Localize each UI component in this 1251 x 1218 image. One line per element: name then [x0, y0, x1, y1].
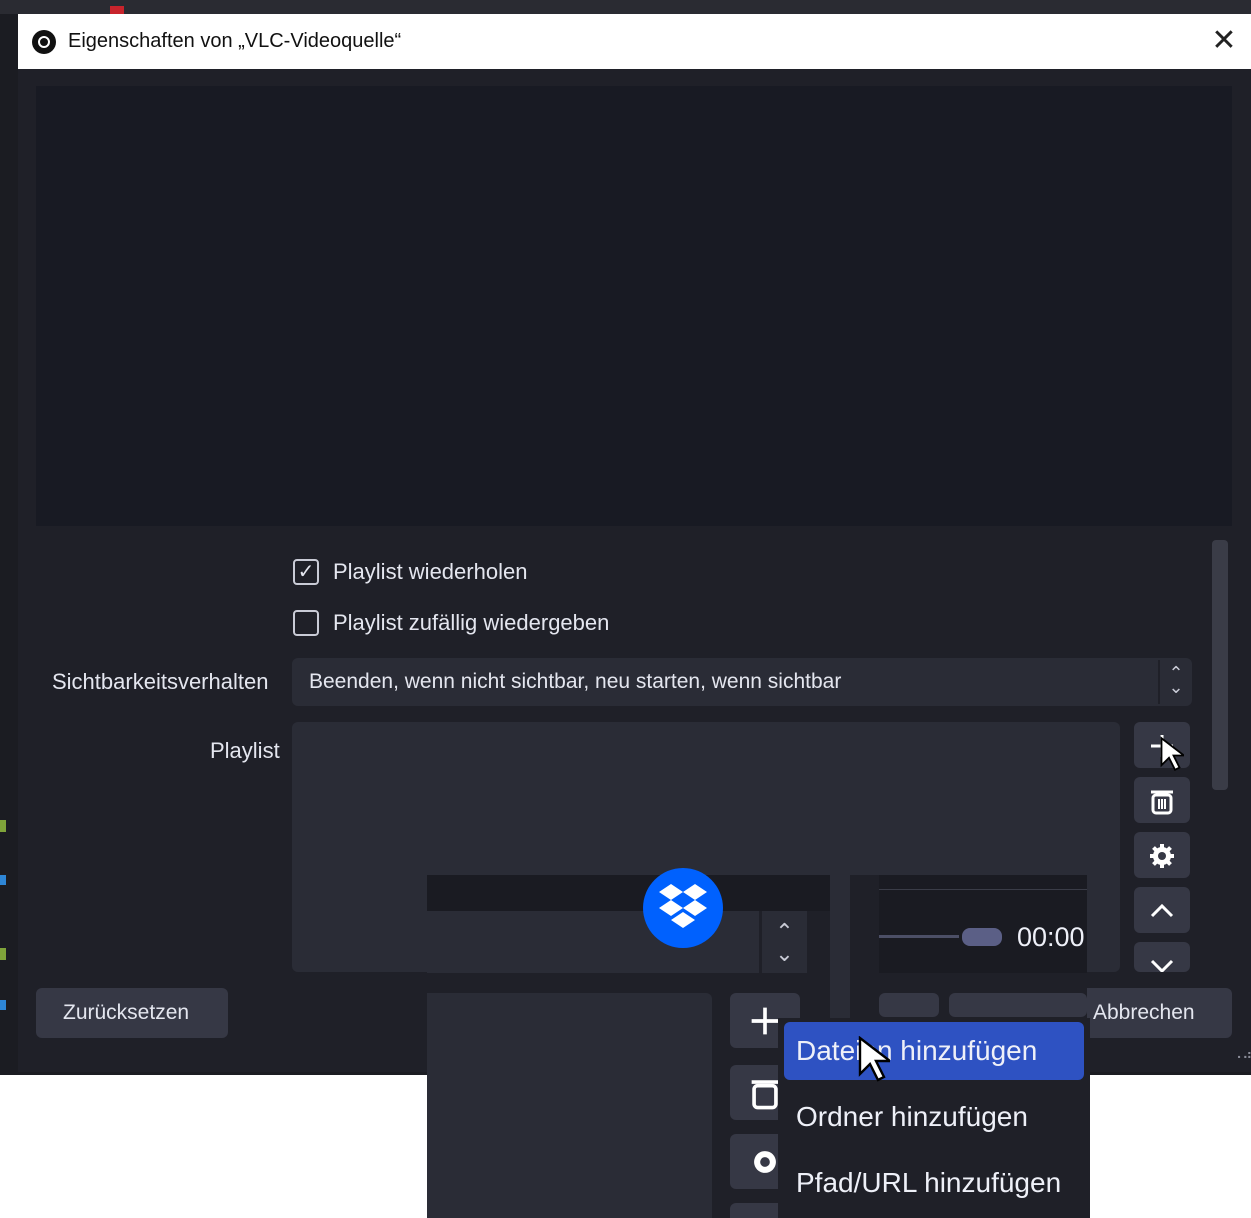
loop-checkbox[interactable]: ✓: [293, 559, 319, 585]
background-toolbar: [0, 0, 1251, 14]
video-preview: [36, 86, 1232, 526]
checkmark-icon: ✓: [297, 561, 315, 583]
obs-logo-icon: [32, 30, 56, 54]
gear-icon: [754, 1151, 776, 1173]
properties-button[interactable]: [1134, 832, 1190, 878]
inset-footer-button[interactable]: [949, 993, 1087, 1017]
trash-icon: [1151, 790, 1173, 815]
trash-icon: [751, 1080, 779, 1110]
resize-grip-icon[interactable]: ⠠⠴: [1232, 1046, 1251, 1063]
shuffle-checkbox[interactable]: [293, 610, 319, 636]
loop-label: Playlist wiederholen: [333, 559, 528, 584]
cancel-label: Abbrechen: [1093, 1001, 1195, 1024]
close-button[interactable]: ✕: [1206, 26, 1242, 58]
visibility-label: Sichtbarkeitsverhalten: [52, 669, 269, 694]
dialog-title: Eigenschaften von „VLC-Videoquelle“: [68, 30, 402, 52]
mouse-cursor-icon: [1160, 736, 1184, 771]
remove-button[interactable]: [1134, 777, 1190, 823]
visibility-select[interactable]: Beenden, wenn nicht sichtbar, neu starte…: [292, 658, 1192, 706]
inset-slider-handle[interactable]: [962, 928, 1002, 946]
playlist-label: Playlist: [210, 738, 280, 763]
inset-footer-button[interactable]: [879, 993, 939, 1017]
inset-panel: [427, 875, 832, 911]
background-marker: [0, 1000, 6, 1010]
chevron-up-icon: [1150, 903, 1174, 918]
menu-item-add-files[interactable]: Dateien hinzufügen: [784, 1022, 1084, 1080]
mouse-cursor-icon: [858, 1036, 890, 1082]
select-updown-icon: ⌃ ⌄: [1168, 663, 1184, 697]
menu-item-add-folder[interactable]: Ordner hinzufügen: [784, 1088, 1084, 1146]
background-marker: [0, 820, 6, 832]
menu-item-add-path-url[interactable]: Pfad/URL hinzufügen: [784, 1154, 1084, 1212]
move-up-button[interactable]: [1134, 887, 1190, 933]
properties-scrollbar[interactable]: [1212, 540, 1228, 790]
visibility-value: Beenden, wenn nicht sichtbar, neu starte…: [309, 670, 842, 693]
plus-icon: [751, 1007, 779, 1035]
gear-icon: [1150, 844, 1174, 868]
background-marker: [0, 948, 6, 960]
inset-playlist: [427, 993, 712, 1218]
add-context-menu: Dateien hinzufügen Ordner hinzufügen Pfa…: [778, 1018, 1090, 1218]
shuffle-label: Playlist zufällig wiedergeben: [333, 610, 610, 635]
inset-time: 00:00: [1017, 922, 1085, 952]
move-down-button[interactable]: [1134, 942, 1190, 972]
inset-divider: [879, 889, 1087, 890]
select-divider: [1158, 660, 1160, 704]
dropbox-icon: [643, 868, 723, 948]
chevron-down-icon: [1150, 959, 1174, 972]
inset-updown-icon[interactable]: ⌃ ⌄: [759, 911, 807, 973]
background-record-indicator: [110, 6, 124, 14]
background-marker: [0, 875, 6, 885]
reset-button[interactable]: Zurücksetzen: [36, 988, 228, 1038]
inset-slider-track: [879, 935, 959, 938]
reset-label: Zurücksetzen: [63, 1001, 190, 1024]
